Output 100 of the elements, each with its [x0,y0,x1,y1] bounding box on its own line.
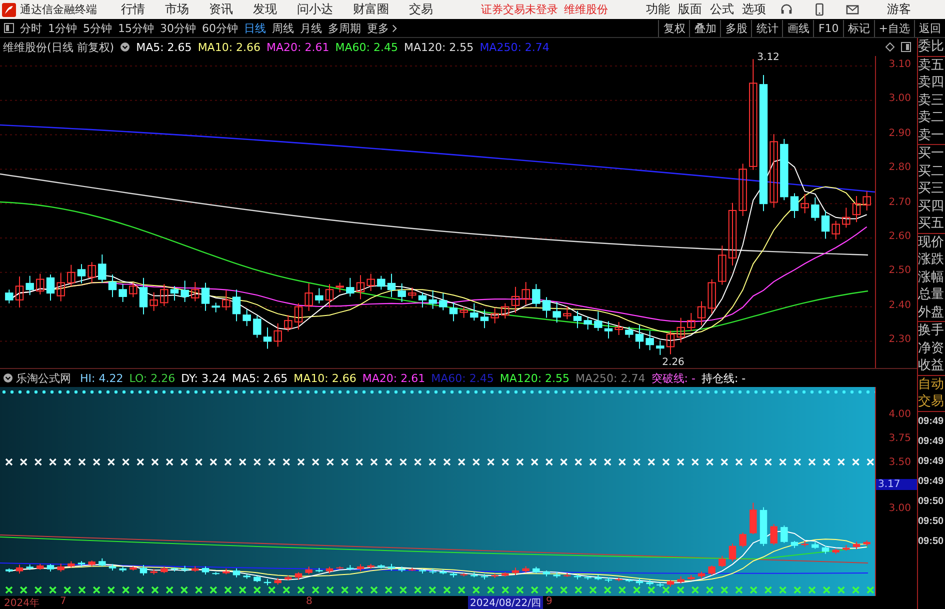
quote-label: 涨幅 [918,268,945,286]
toolbar-button[interactable]: 返回 [914,20,945,36]
trade-time: 09:49 [918,434,945,448]
period-tab[interactable]: 多周期 [328,20,361,36]
quote-label: 收益 [918,357,945,374]
notice-link[interactable]: 证券交易未登录 [481,2,558,17]
price-tick: 2.80 [888,162,911,174]
trade-time: 09:49 [918,474,945,488]
price-tick: 2.40 [888,300,911,311]
quote-label: 现价 [918,234,945,251]
menu-item[interactable]: 选项 [742,1,766,18]
indicator-value: MA250: 2.74 [576,372,646,384]
quote-label: 买四 [918,198,945,215]
menu-item[interactable]: 行情 [121,1,145,18]
date-label: 7 [60,596,66,607]
quote-label: 涨跌 [918,251,945,268]
menu-item[interactable]: 财富圈 [353,1,389,18]
toolbar-button[interactable]: 标记 [842,20,874,36]
user-label[interactable]: 游客 [887,1,911,18]
period-tab[interactable]: 1分钟 [48,20,77,36]
low-price-label: 2.26 [662,356,684,368]
dropdown-icon[interactable] [120,42,130,52]
quote-label: 卖三 [918,92,945,109]
trade-label: 交易 [918,393,945,410]
menu-item[interactable]: 资讯 [209,1,233,18]
price-tick: 2.70 [888,196,911,208]
trade-label: 自动 [918,376,945,393]
trade-time: 09:50 [918,514,945,528]
menu-item[interactable]: 发现 [253,1,277,18]
quote-label: 外盘 [918,304,945,321]
diamond-icon[interactable] [885,42,895,52]
menu-item[interactable]: 问小达 [297,1,333,18]
period-tab[interactable]: 更多 [367,20,397,36]
quote-label: 总量 [918,286,945,304]
panel-toggle-icon[interactable] [4,23,14,33]
indicator-value: MA250: 2.74 [480,40,550,54]
notice-link[interactable]: 维维股份 [564,2,608,17]
price-tick: 2.30 [888,334,911,346]
indicator-value: HI: 4.22 [80,372,124,384]
price-tick: 2.60 [888,231,911,242]
trade-time: 09:50 [918,534,945,548]
headset-icon[interactable] [780,3,793,16]
period-tab[interactable]: 日线 [244,20,266,36]
app-title: 通达信金融终端 [20,2,97,17]
toolbar-button[interactable]: 统计 [751,20,782,36]
period-tab[interactable]: 30分钟 [160,20,196,36]
menu-item[interactable]: 功能 [646,1,670,18]
quote-label: 卖一 [918,126,945,144]
indicator-value: MA120: 2.55 [500,372,570,384]
quote-label: 买二 [918,162,945,180]
toolbar-button[interactable]: 叠加 [689,20,720,36]
menu-item[interactable]: 市场 [165,1,189,18]
indicator-value: MA5: 2.65 [136,40,192,54]
value-tick: 3.00 [888,503,911,514]
indicator-value: MA10: 2.66 [198,40,261,54]
quote-label: 卖五 [918,56,945,74]
quote-label: 买三 [918,180,945,198]
price-tick: 3.00 [888,93,911,104]
toolbar-button[interactable]: 多股 [720,20,752,36]
period-tab[interactable]: 15分钟 [118,20,154,36]
date-label: 8 [306,596,312,607]
indicator-value: MA10: 2.66 [294,372,356,384]
quote-label: 卖四 [918,74,945,92]
price-tick: 2.90 [888,128,911,139]
price-tick: 3.10 [888,59,911,70]
toolbar-button[interactable]: 复权 [658,20,690,36]
menu-item[interactable]: 交易 [409,1,433,18]
period-tab[interactable]: 月线 [300,20,322,36]
phone-icon[interactable] [813,3,826,16]
indicator-name: 乐淘公式网 [16,370,71,386]
menu-item[interactable]: 版面 [678,1,702,18]
value-tick: 3.50 [888,457,911,468]
indicator-value: DY: 3.24 [181,372,226,384]
dropdown-icon[interactable] [3,373,13,383]
indicator-value: 突破线: - [651,370,696,386]
period-tab[interactable]: 60分钟 [202,20,238,36]
indicator-value: MA20: 2.61 [362,372,426,384]
date-label: 2024/08/22/四 [468,596,544,609]
toolbar-button[interactable]: +自选 [874,20,914,36]
value-tick: 4.00 [888,409,911,420]
period-tab[interactable]: 分时 [20,20,42,36]
date-label: 2024年 [4,597,40,609]
quote-label: 买一 [918,145,945,162]
value-tick: 3.75 [888,433,911,444]
menu-item[interactable]: 公式 [710,1,734,18]
date-label: 9 [546,596,552,607]
high-price-label: 3.12 [757,52,780,64]
indicator-value: MA20: 2.61 [266,40,330,54]
indicator-value: MA120: 2.55 [404,40,474,54]
toolbar-button[interactable]: F10 [813,20,843,36]
panel-toggle-icon[interactable] [901,42,911,52]
logo-icon [2,2,16,16]
current-value-label: 3.17 [876,479,917,490]
trade-time: 09:49 [918,414,945,428]
period-tab[interactable]: 5分钟 [83,20,112,36]
period-tab[interactable]: 周线 [272,20,294,36]
trade-time: 09:50 [918,494,945,508]
quote-label: 卖二 [918,109,945,126]
mail-icon[interactable] [846,3,859,16]
toolbar-button[interactable]: 画线 [782,20,814,36]
